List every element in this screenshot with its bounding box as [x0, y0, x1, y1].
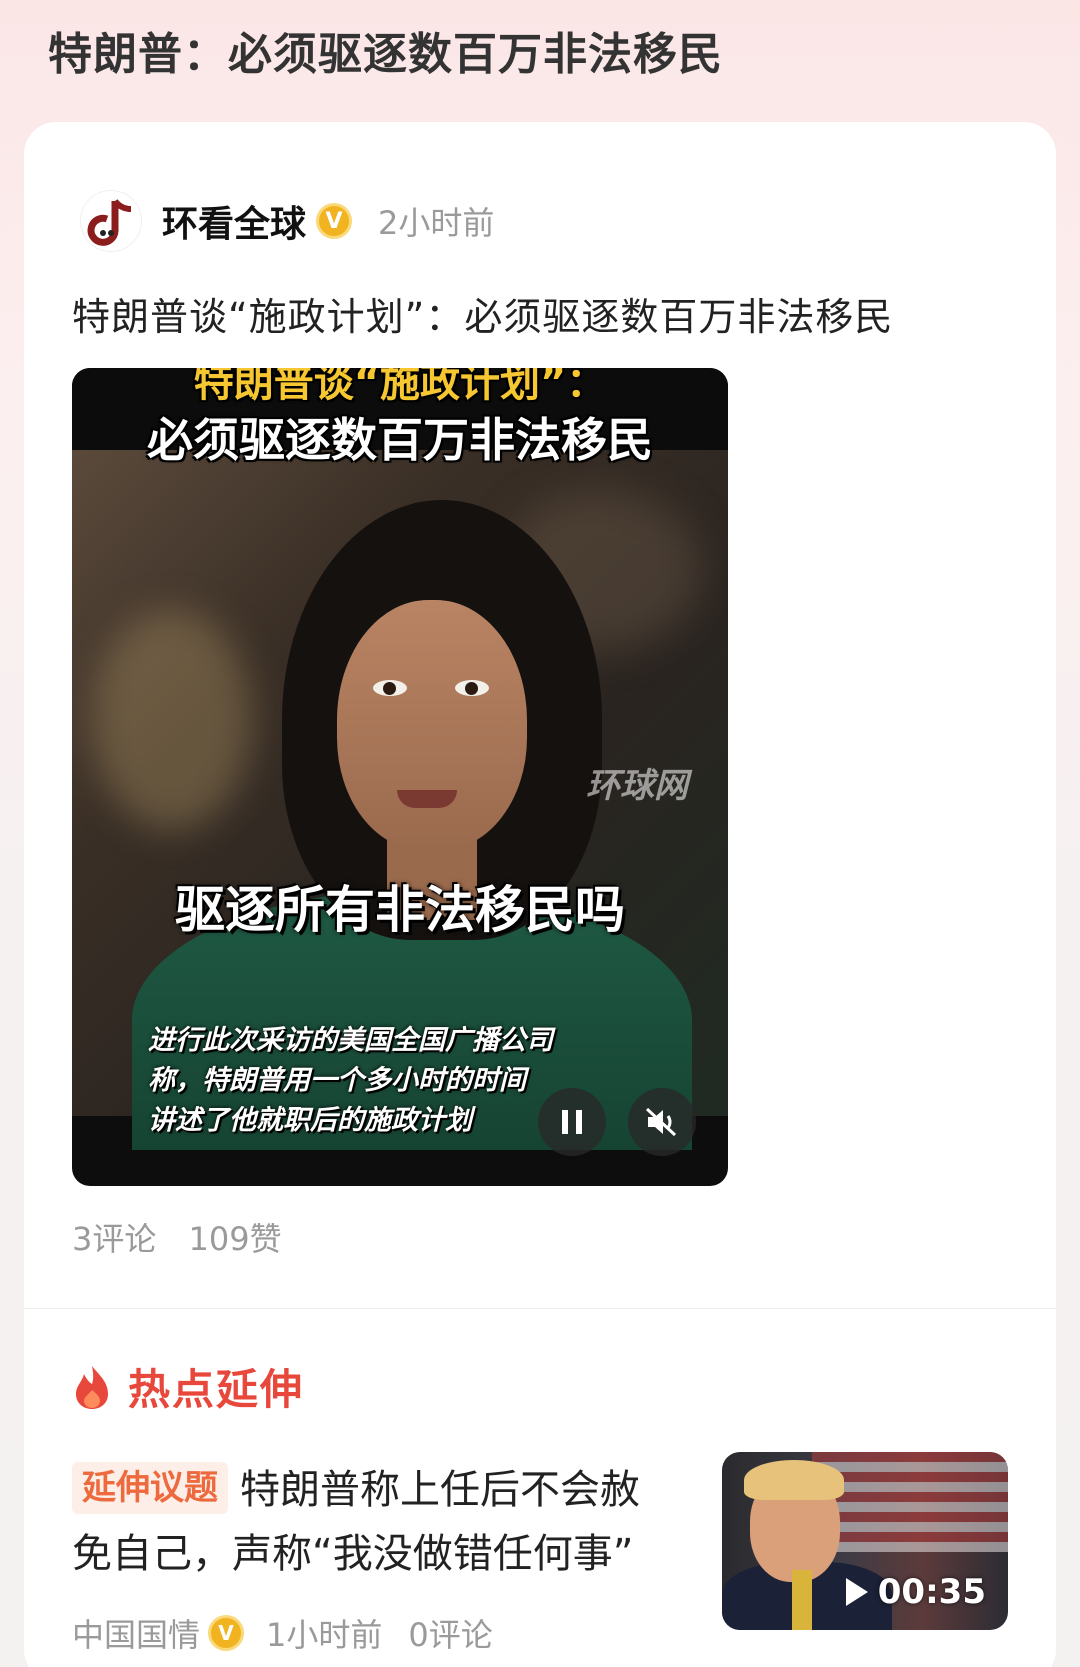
video-player[interactable]: 特朗普谈“施政计划”： 必须驱逐数百万非法移民 环球网 驱逐所有非法移民吗 进行… [72, 368, 728, 1186]
pause-button[interactable] [538, 1088, 606, 1156]
flame-icon [76, 1365, 108, 1409]
section-divider [24, 1308, 1056, 1309]
related-article-meta: 中国国情 V 1小时前 0评论 [72, 1610, 519, 1656]
video-title-line-2: 必须驱逐数百万非法移民 [147, 413, 653, 467]
post-stats: 3评论 109赞 [72, 1214, 304, 1260]
play-icon [845, 1578, 868, 1606]
mute-button[interactable] [628, 1088, 696, 1156]
post-time: 2小时前 [378, 204, 495, 242]
author-name[interactable]: 环看全球 [162, 195, 306, 247]
author-avatar[interactable] [80, 190, 142, 252]
author-row[interactable]: 环看全球 V 2小时前 [80, 186, 494, 256]
related-time: 1小时前 [266, 1616, 383, 1654]
comment-count[interactable]: 3评论 [72, 1220, 156, 1258]
mute-icon [645, 1107, 677, 1137]
video-caption-line: 进行此次采访的美国全国广播公司 [148, 1025, 553, 1056]
post-headline[interactable]: 特朗普谈“施政计划”：必须驱逐数百万非法移民 [72, 286, 893, 341]
verified-icon: V [208, 1615, 245, 1651]
video-caption-line: 称，特朗普用一个多小时的时间 [148, 1065, 526, 1096]
video-title-line-1: 特朗普谈“施政计划”： [193, 368, 607, 406]
video-caption-line: 讲述了他就职后的施政计划 [148, 1105, 472, 1136]
pause-icon [562, 1110, 582, 1134]
hot-section-title: 热点延伸 [128, 1365, 305, 1414]
related-comments: 0评论 [408, 1616, 493, 1654]
hot-section-header: 热点延伸 [72, 1356, 304, 1417]
related-article-title[interactable]: 延伸议题 特朗普称上任后不会赦免自己，声称“我没做错任何事” [72, 1458, 672, 1586]
related-source[interactable]: 中国国情 [72, 1610, 200, 1656]
like-count[interactable]: 109赞 [189, 1220, 282, 1258]
video-caption-main: 驱逐所有非法移民吗 [175, 881, 625, 939]
video-duration: 00:35 [845, 1572, 986, 1612]
video-watermark: 环球网 [586, 766, 688, 806]
topic-tag: 延伸议题 [72, 1462, 228, 1514]
related-video-thumbnail[interactable]: 00:35 [722, 1452, 1008, 1630]
verified-icon: V [316, 203, 353, 239]
page-title: 特朗普：必须驱逐数百万非法移民 [48, 29, 723, 80]
duration-text: 00:35 [877, 1572, 986, 1612]
